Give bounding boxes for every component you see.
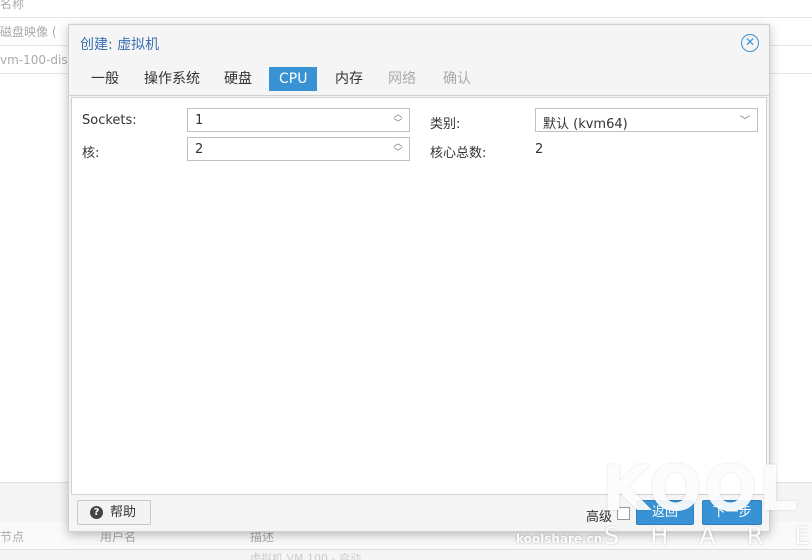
dialog-header: 创建: 虚拟机 ✕	[69, 25, 769, 61]
background-grid-row: 虚拟机 VM 100 - 启动	[250, 552, 361, 560]
dialog-title: 创建: 虚拟机	[80, 37, 160, 53]
cpu-type-value: 默认 (kvm64)	[543, 117, 628, 132]
cores-label: 核:	[82, 146, 100, 161]
total-cores-value: 2	[535, 142, 544, 157]
cores-spinner[interactable]: 2 ︿ ﹀	[187, 137, 410, 161]
total-cores-label: 核心总数:	[430, 146, 487, 161]
tab-confirm: 确认	[443, 71, 471, 87]
cpu-type-select[interactable]: 默认 (kvm64) ﹀	[535, 108, 758, 132]
advanced-checkbox[interactable]	[617, 507, 630, 520]
tab-general[interactable]: 一般	[81, 67, 129, 91]
close-icon[interactable]: ✕	[741, 34, 759, 52]
sockets-value: 1	[195, 113, 204, 128]
tab-hard-disk[interactable]: 硬盘	[214, 67, 262, 91]
advanced-label: 高级	[586, 510, 613, 525]
tab-memory[interactable]: 内存	[325, 67, 373, 91]
help-button[interactable]: ? 帮助	[77, 500, 151, 525]
tab-os[interactable]: 操作系统	[134, 67, 210, 91]
tab-cpu[interactable]: CPU	[269, 67, 318, 91]
background-row-name: 名称	[0, 0, 812, 18]
sockets-spinner[interactable]: 1 ︿ ﹀	[187, 108, 410, 132]
next-button[interactable]: 下一步	[702, 500, 762, 525]
chevron-down-icon[interactable]: ﹀	[740, 112, 750, 127]
sockets-label: Sockets:	[82, 113, 137, 128]
dialog-footer: ? 帮助 高级 返回 下一步	[69, 495, 769, 531]
tab-network: 网络	[388, 71, 416, 87]
cpu-form-panel: Sockets: 1 ︿ ﹀ 核: 2 ︿ ﹀ 类别: 默认 (kvm64) ﹀ 核…	[71, 97, 767, 495]
wizard-tabbar: 一般 操作系统 硬盘 CPU 内存 网络 确认	[69, 63, 769, 96]
create-vm-dialog: 创建: 虚拟机 ✕ 一般 操作系统 硬盘 CPU 内存 网络 确认 Socket…	[68, 24, 770, 532]
cores-value: 2	[195, 142, 204, 157]
cpu-type-label: 类别:	[430, 117, 461, 132]
question-circle-icon: ?	[90, 506, 103, 519]
grid-header-node: 节点	[0, 530, 25, 544]
help-button-label: 帮助	[110, 505, 137, 520]
spinner-arrows-icon[interactable]: ︿ ﹀	[393, 111, 403, 129]
back-button[interactable]: 返回	[636, 500, 694, 525]
spinner-arrows-icon[interactable]: ︿ ﹀	[393, 140, 403, 158]
